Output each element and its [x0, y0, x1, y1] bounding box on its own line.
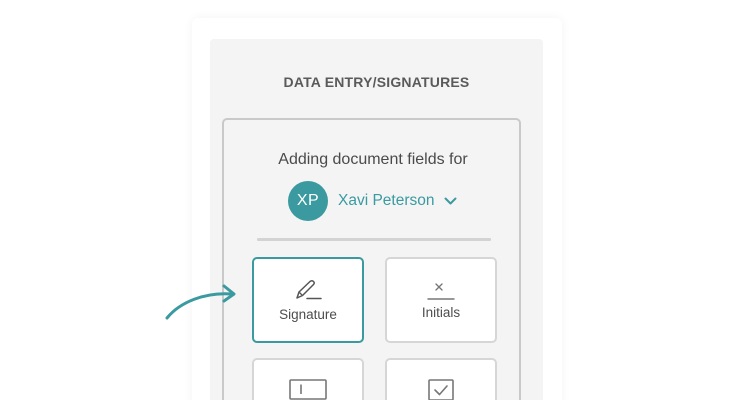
avatar: XP: [288, 181, 328, 221]
pointer-arrow-icon: [165, 284, 236, 320]
divider: [257, 238, 491, 241]
initials-label: Initials: [421, 305, 461, 320]
signature-field-tile[interactable]: Signature: [252, 257, 364, 343]
pen-signature-icon: [254, 279, 362, 303]
chevron-down-icon: [444, 197, 457, 206]
text-field-icon: [254, 378, 362, 400]
initials-icon: [387, 281, 495, 303]
adding-fields-label: Adding document fields for: [278, 151, 468, 168]
signer-name: Xavi Peterson: [338, 192, 435, 209]
signature-label: Signature: [279, 307, 337, 322]
stage: DATA ENTRY/SIGNATURES Adding document fi…: [0, 0, 750, 400]
initials-field-tile[interactable]: Initials: [385, 257, 497, 343]
signer-selector[interactable]: XP Xavi Peterson: [288, 181, 457, 221]
checkbox-icon: [387, 378, 495, 400]
panel-title: DATA ENTRY/SIGNATURES: [283, 74, 470, 90]
checkbox-field-tile[interactable]: [385, 358, 497, 400]
text-field-tile[interactable]: [252, 358, 364, 400]
